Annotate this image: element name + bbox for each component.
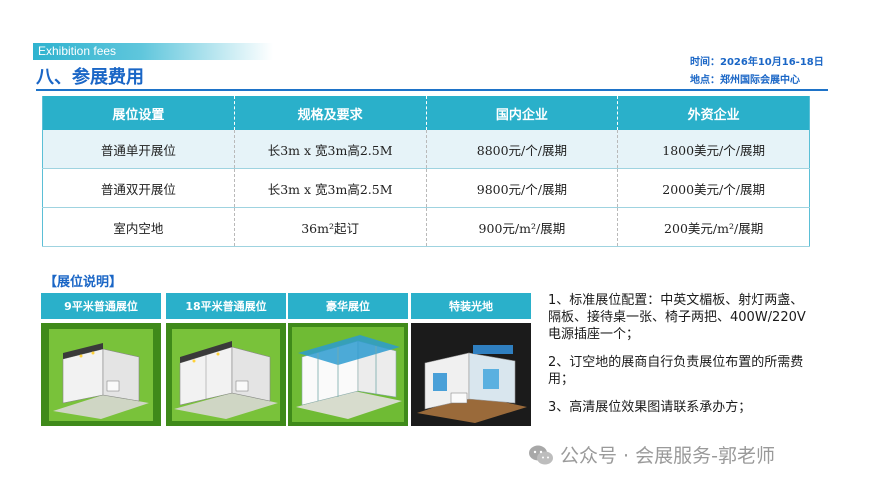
table-cell: 室内空地 xyxy=(42,207,235,247)
table-cell: 1800美元/个/展期 xyxy=(617,130,810,169)
table-cell: 9800元/个/展期 xyxy=(426,168,619,208)
table-cell: 长3m x 宽3m高2.5M xyxy=(234,130,427,169)
watermark: 公众号 · 会展服务-郭老师 xyxy=(528,441,775,468)
header-cell: 展位设置 xyxy=(42,96,235,130)
booth-raw-space-image xyxy=(411,323,531,426)
booth-card-label: 特装光地 xyxy=(411,293,531,319)
table-header-row: 展位设置 规格及要求 国内企业 外资企业 xyxy=(42,96,810,130)
booth-deluxe-image xyxy=(288,323,408,426)
table-cell: 长3m x 宽3m高2.5M xyxy=(234,168,427,208)
booth-card-label: 9平米普通展位 xyxy=(41,293,161,319)
header-cell: 国内企业 xyxy=(426,96,619,130)
booth-card-raw-space: 特装光地 xyxy=(411,293,531,426)
note-item: 1、标准展位配置：中英文楣板、射灯两盏、隔板、接待桌一张、椅子两把、400W/2… xyxy=(548,293,806,342)
event-time: 时间：2026年10月16-18日 xyxy=(690,57,824,68)
table-cell: 普通双开展位 xyxy=(42,168,235,208)
table-cell: 8800元/个/展期 xyxy=(426,130,619,169)
header-cell: 规格及要求 xyxy=(234,96,427,130)
table-row: 普通单开展位 长3m x 宽3m高2.5M 8800元/个/展期 1800美元/… xyxy=(42,130,810,169)
fee-table: 展位设置 规格及要求 国内企业 外资企业 普通单开展位 长3m x 宽3m高2.… xyxy=(42,96,810,247)
note-item: 3、高清展位效果图请联系承办方； xyxy=(548,400,752,415)
table-row: 普通双开展位 长3m x 宽3m高2.5M 9800元/个/展期 2000美元/… xyxy=(42,168,810,208)
wechat-icon xyxy=(529,445,553,464)
table-cell: 普通单开展位 xyxy=(42,130,235,169)
table-cell: 200美元/m²/展期 xyxy=(617,207,810,247)
watermark-text: 公众号 · 会展服务-郭老师 xyxy=(560,445,775,467)
page-title: 八、参展费用 xyxy=(36,67,144,88)
booth-card-9sqm: 9平米普通展位 xyxy=(41,293,161,426)
booth-card-label: 豪华展位 xyxy=(288,293,408,319)
table-row: 室内空地 36m²起订 900元/m²/展期 200美元/m²/展期 xyxy=(42,207,810,247)
booth-9sqm-image xyxy=(41,323,161,426)
booth-18sqm-image xyxy=(166,323,286,426)
event-place: 地点：郑州国际会展中心 xyxy=(690,75,800,86)
header-divider xyxy=(36,89,828,91)
table-cell: 2000美元/个/展期 xyxy=(617,168,810,208)
table-cell: 900元/m²/展期 xyxy=(426,207,619,247)
booth-card-18sqm: 18平米普通展位 xyxy=(166,293,286,426)
table-cell: 36m²起订 xyxy=(234,207,427,247)
booth-card-label: 18平米普通展位 xyxy=(166,293,286,319)
booth-card-deluxe: 豪华展位 xyxy=(288,293,408,426)
booth-notes: 1、标准展位配置：中英文楣板、射灯两盏、隔板、接待桌一张、椅子两把、400W/2… xyxy=(548,292,813,427)
booth-section-title: 【展位说明】 xyxy=(44,275,123,290)
note-item: 2、订空地的展商自行负责展位布置的所需费用； xyxy=(548,355,804,387)
header-cell: 外资企业 xyxy=(617,96,810,130)
header-tag: Exhibition fees xyxy=(38,44,117,58)
